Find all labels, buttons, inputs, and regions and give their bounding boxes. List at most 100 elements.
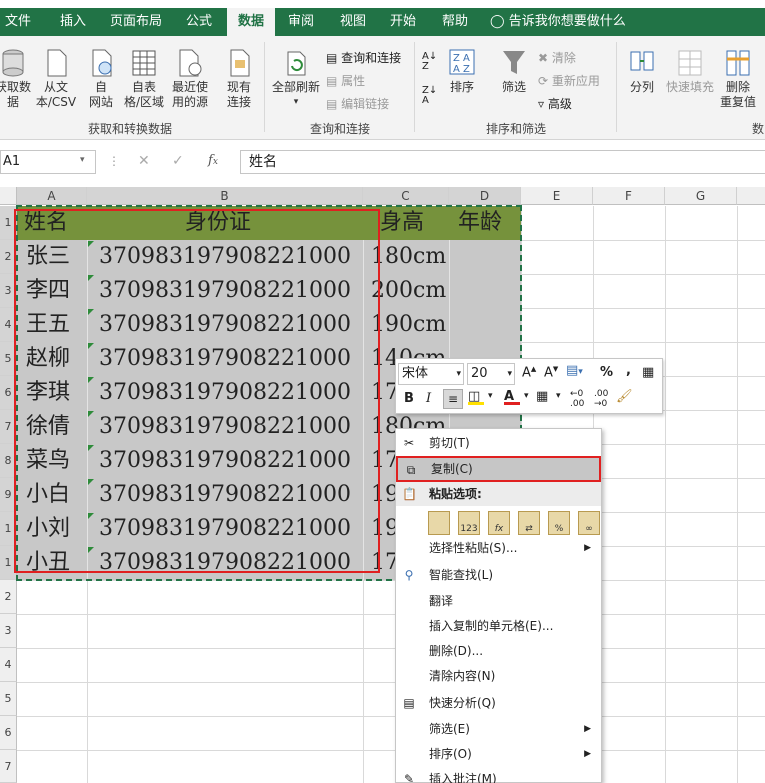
chevron-down-icon[interactable]: ▾ (488, 391, 493, 401)
flash-fill-button[interactable]: 快速填充 (662, 48, 718, 95)
tab-home[interactable]: 开始 (382, 8, 424, 36)
formula-input[interactable]: 姓名 (240, 150, 765, 174)
select-all-corner[interactable] (0, 187, 17, 205)
menu-item-clear-contents[interactable]: 清除内容(N) (396, 664, 601, 688)
column-header-d[interactable]: D (449, 187, 521, 205)
bold-icon[interactable]: B (404, 391, 414, 406)
from-text-button[interactable]: 从文 本/CSV (34, 48, 78, 110)
paste-transpose-icon[interactable]: ⇄ (518, 511, 540, 535)
menu-item-label: 选择性粘贴(S)... (429, 541, 518, 555)
tab-data[interactable]: 数据 (227, 8, 275, 36)
increase-font-icon[interactable]: A▲ (522, 365, 536, 380)
column-header-h[interactable] (737, 187, 765, 205)
from-table-button[interactable]: 自表 格/区域 (122, 48, 166, 110)
row-header[interactable]: 6 (0, 716, 17, 750)
filter-button[interactable]: 筛选 (496, 48, 532, 95)
menu-item-insert-comment[interactable]: ✎ 插入批注(M) (396, 767, 601, 783)
properties-button[interactable]: ▤ 属性 (326, 73, 365, 89)
from-web-button[interactable]: 自 网站 (84, 48, 118, 110)
tab-page-layout[interactable]: 页面布局 (104, 8, 168, 36)
font-color-icon[interactable]: A (504, 389, 520, 405)
remove-duplicates-button[interactable]: 删除 重复值 (718, 48, 758, 110)
paste-icon[interactable] (428, 511, 450, 535)
remove-duplicates-icon (725, 48, 751, 78)
paste-formatting-icon[interactable]: % (548, 511, 570, 535)
borders-icon[interactable]: ▦ (536, 389, 548, 404)
menu-item-translate[interactable]: 翻译 (396, 589, 601, 613)
queries-connections-button[interactable]: ▤ 查询和连接 (326, 50, 401, 66)
sort-descending-button[interactable]: Z↓ A (422, 86, 437, 106)
format-painter-table-icon[interactable]: ▦ (642, 365, 654, 380)
paste-formulas-icon[interactable]: fx (488, 511, 510, 535)
tab-view[interactable]: 视图 (332, 8, 374, 36)
tell-me-box[interactable]: ◯ 告诉我你想要做什么 (490, 8, 630, 36)
row-header[interactable]: 2 (0, 580, 17, 614)
existing-connections-button[interactable]: 现有 连接 (222, 48, 256, 110)
row-header[interactable]: 3 (0, 614, 17, 648)
cancel-icon[interactable]: ✕ (138, 153, 150, 169)
italic-icon[interactable]: I (426, 391, 431, 406)
connection-file-icon (226, 48, 252, 78)
reapply-icon: ⟳ (538, 74, 549, 88)
menu-item-copy[interactable]: ⧉ 复制(C) (396, 456, 601, 482)
menu-item-delete[interactable]: 删除(D)... (396, 639, 601, 663)
menu-item-filter[interactable]: 筛选(E) ▶ (396, 717, 601, 741)
increase-decimal-icon[interactable]: ←0.00 (570, 389, 584, 409)
sort-button[interactable]: Z AA Z 排序 (446, 48, 478, 95)
menu-item-paste-special[interactable]: 选择性粘贴(S)... ▶ (396, 536, 601, 560)
decrease-font-icon[interactable]: A▼ (544, 365, 558, 380)
column-header-g[interactable]: G (665, 187, 737, 205)
name-box-dropdown-icon[interactable]: ▾ (80, 155, 85, 165)
format-painter-icon[interactable]: 🖌 (616, 389, 633, 404)
row-header[interactable]: 7 (0, 750, 17, 783)
sort-ascending-button[interactable]: A↓ Z (422, 52, 437, 72)
row-header[interactable]: 4 (0, 648, 17, 682)
flash-fill-icon (677, 48, 703, 78)
reapply-button[interactable]: ⟳ 重新应用 (538, 73, 600, 89)
advanced-filter-button[interactable]: ▿ 高级 (538, 96, 572, 112)
chevron-down-icon[interactable]: ▾ (524, 391, 529, 401)
align-center-icon[interactable]: ≡ (443, 389, 463, 409)
paste-link-icon[interactable]: ∞ (578, 511, 600, 535)
refresh-all-button[interactable]: 全部刷新 ▾ (268, 48, 324, 110)
column-header-f[interactable]: F (593, 187, 665, 205)
column-header-e[interactable]: E (521, 187, 593, 205)
comma-style-button[interactable]: , (626, 363, 631, 378)
column-header-a[interactable]: A (17, 187, 87, 205)
menu-item-sort[interactable]: 排序(O) ▶ (396, 742, 601, 766)
paste-values-icon[interactable]: 123 (458, 511, 480, 535)
decrease-decimal-icon[interactable]: .00 →0 (594, 389, 608, 409)
group-label-get-transform: 获取和转换数据 (87, 122, 172, 136)
insert-function-icon[interactable]: fx (208, 153, 218, 168)
enter-icon[interactable]: ✓ (172, 153, 184, 169)
row-header[interactable]: 5 (0, 682, 17, 716)
tab-formulas[interactable]: 公式 (176, 8, 222, 36)
column-header-b[interactable]: B (87, 187, 363, 205)
get-data-button[interactable]: 获取数 据 (0, 48, 34, 110)
chevron-down-icon[interactable]: ▾ (556, 391, 561, 401)
accounting-format-icon[interactable]: ▤▾ (566, 363, 583, 378)
font-name-box[interactable]: 宋体 ▾ (398, 363, 464, 385)
chevron-right-icon: ▶ (584, 724, 591, 734)
chevron-right-icon: ▶ (584, 543, 591, 553)
menu-item-insert-copied-cells[interactable]: 插入复制的单元格(E)... (396, 614, 601, 638)
font-size-box[interactable]: 20 ▾ (467, 363, 515, 385)
tab-insert[interactable]: 插入 (50, 8, 96, 36)
flash-fill-label: 快速填充 (665, 80, 714, 94)
menu-item-smart-lookup[interactable]: ⚲ 智能查找(L) (396, 563, 601, 587)
percent-style-button[interactable]: % (600, 365, 613, 380)
menu-item-quick-analysis[interactable]: ▤ 快速分析(Q) (396, 691, 601, 715)
tab-review[interactable]: 审阅 (280, 8, 322, 36)
text-to-columns-button[interactable]: 分列 (622, 48, 662, 95)
tab-help[interactable]: 帮助 (434, 8, 476, 36)
clear-filter-icon: ✖ (538, 51, 549, 65)
column-header-c[interactable]: C (363, 187, 449, 205)
menu-item-cut[interactable]: ✂ 剪切(T) (396, 431, 601, 455)
tab-file[interactable]: 文件 (0, 8, 36, 36)
fill-color-icon[interactable]: ◫ (468, 389, 484, 405)
clear-filter-button[interactable]: ✖ 清除 (538, 50, 576, 66)
recent-sources-label: 最近使 用的源 (171, 80, 208, 109)
svg-text:Z A: Z A (453, 53, 470, 64)
edit-links-button[interactable]: ▤ 编辑链接 (326, 96, 389, 112)
recent-sources-button[interactable]: 最近使 用的源 (168, 48, 212, 110)
